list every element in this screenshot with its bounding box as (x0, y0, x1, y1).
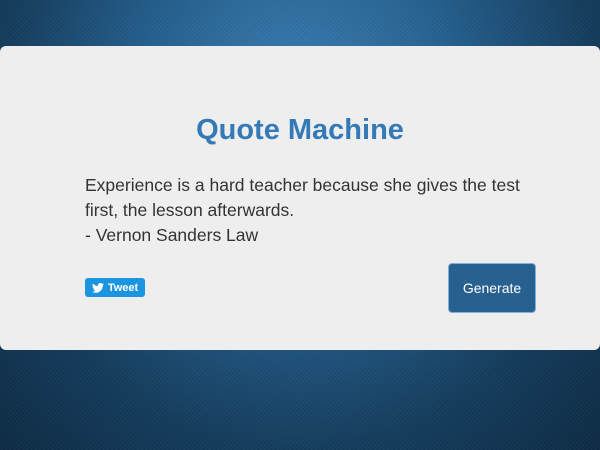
twitter-bird-icon (91, 282, 104, 293)
page-title: Quote Machine (196, 114, 404, 146)
generate-button[interactable]: Generate (448, 263, 536, 313)
quote-text: Experience is a hard teacher because she… (85, 175, 520, 220)
quote-author: - Vernon Sanders Law (85, 225, 259, 245)
generate-button-label: Generate (462, 280, 522, 296)
tweet-button-label: Tweet (107, 281, 139, 294)
quote-block: Experience is a hard teacher because she… (85, 173, 535, 248)
tweet-button[interactable]: Tweet (85, 278, 145, 297)
